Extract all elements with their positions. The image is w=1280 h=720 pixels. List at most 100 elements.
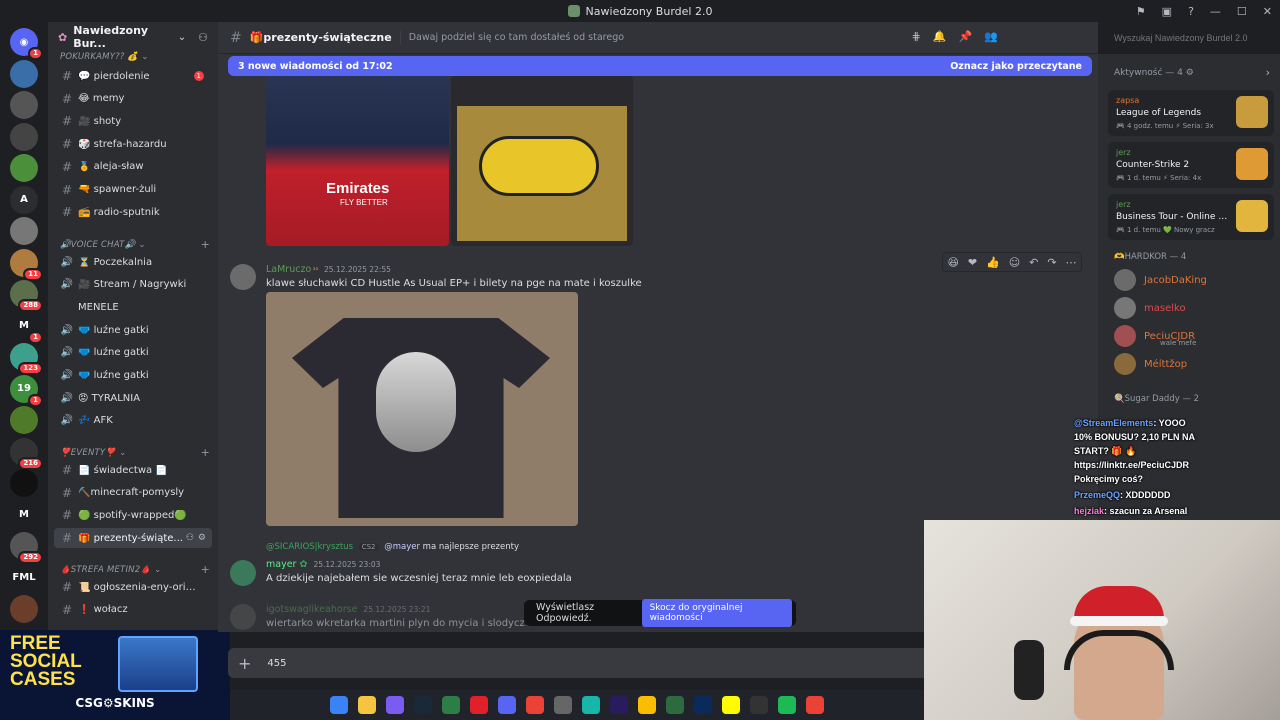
server-server-4[interactable] (10, 122, 38, 151)
member-item[interactable]: maselko (1114, 296, 1274, 320)
add-channel-icon[interactable]: + (201, 446, 210, 459)
search-input[interactable] (1108, 28, 1272, 48)
member-item[interactable]: PeciuCJDR wale mefe (1114, 324, 1274, 348)
server-server-2[interactable] (10, 59, 38, 88)
maximize-icon[interactable]: ☐ (1237, 5, 1247, 18)
message-author[interactable]: igotswaglikeahorse 25.12.2025 23:21 (266, 604, 430, 615)
add-attachment-icon[interactable]: + (238, 654, 251, 673)
taskbar-chrome-red-icon[interactable] (526, 696, 544, 714)
attachment-image-car-box[interactable] (451, 76, 633, 246)
taskbar-photoshop-icon[interactable] (694, 696, 712, 714)
taskbar-app9-icon[interactable] (554, 696, 572, 714)
channel-prezenty[interactable]: # 🎁 prezenty-świąte... ⚇ ⚙ (54, 528, 212, 549)
taskbar-app5-icon[interactable] (442, 696, 460, 714)
taskbar-copilot-icon[interactable] (386, 696, 404, 714)
taskbar-app16-icon[interactable] (750, 696, 768, 714)
server-server-12[interactable]: 19 1 (10, 374, 43, 407)
attachment-image-shirts[interactable]: Emirates FLY BETTER (266, 76, 449, 246)
server-server-8[interactable]: 11 (10, 248, 43, 281)
taskbar-snapchat-icon[interactable] (722, 696, 740, 714)
channel-poczekalnia[interactable]: 🔊 ⏳ Poczekalnia (54, 252, 212, 272)
minimize-icon[interactable]: — (1210, 5, 1221, 18)
gear-icon[interactable]: ⚙ (1186, 68, 1194, 78)
message-author[interactable]: mayer ✿ 25.12.2025 23:03 (266, 559, 380, 570)
attachment-image-tshirt[interactable] (266, 292, 578, 526)
channel-spotify[interactable]: # 🟢 spotify-wrapped🟢 (54, 505, 212, 525)
channel-radio-sputnik[interactable]: # 📻 radio-sputnik (54, 202, 212, 222)
members-icon[interactable]: 👥 (984, 30, 998, 43)
message-author[interactable]: LaMruczo ²³ 25.12.2025 22:55 (266, 264, 391, 275)
channel-luzne-1[interactable]: 🔊 🩲 luźne gatki (54, 320, 212, 340)
channel-swiadectwa[interactable]: # 📄 świadectwa 📄 (54, 460, 212, 480)
server-server-3[interactable] (10, 91, 38, 119)
taskbar-chrome2-icon[interactable] (806, 696, 824, 714)
taskbar-files-icon[interactable] (358, 696, 376, 714)
invite-icon[interactable]: ⚇ (186, 533, 194, 543)
add-user-icon[interactable]: ⚇ (198, 31, 208, 44)
bell-icon[interactable]: 🔔 (933, 30, 947, 43)
help-icon[interactable]: ? (1188, 5, 1194, 18)
server-server-9[interactable]: 288 (10, 280, 43, 312)
taskbar-chrome-icon[interactable] (638, 696, 656, 714)
reply-icon[interactable]: ↶ (1029, 256, 1038, 269)
taskbar-app10-icon[interactable] (582, 696, 600, 714)
channel-minecraft[interactable]: # ⛏️minecraft-pomysly (54, 483, 212, 503)
channel-menele[interactable]: MENELE (54, 297, 212, 317)
channel-afk[interactable]: 🔊 💤 AFK (54, 411, 212, 431)
screen-icon[interactable]: ▣ (1162, 5, 1172, 18)
server-server-a[interactable]: A (10, 185, 38, 214)
gear-icon[interactable]: ⚙ (198, 533, 206, 543)
category-event[interactable]: ❣️EVENTY❣️ ⌄ + (60, 446, 210, 459)
taskbar-app13-icon[interactable] (666, 696, 684, 714)
channel-memy[interactable]: # 😂 memy (54, 89, 212, 109)
channel-wolacz[interactable]: # ❗ wołacz (54, 600, 212, 620)
taskbar-premiere-icon[interactable] (610, 696, 628, 714)
server-server-17[interactable]: 292 (10, 532, 43, 564)
channel-strefa-hazardu[interactable]: # 🎲 strefa-hazardu (54, 134, 212, 154)
category-metin[interactable]: 🩸STREFA METIN2🩸 ⌄ + (60, 563, 210, 576)
close-icon[interactable]: ✕ (1263, 5, 1272, 18)
channel-stream[interactable]: 🔊 🎥 Stream / Nagrywki (54, 275, 212, 295)
server-server-7[interactable] (10, 217, 38, 245)
channel-spawner-zuli[interactable]: # 🔫 spawner-żuli (54, 180, 212, 200)
chevron-down-icon[interactable]: ⌄ (178, 32, 186, 43)
add-reaction-icon[interactable]: ☺ (1009, 256, 1020, 269)
channel-pierdolenie[interactable]: # 💬 pierdolenie 1 (54, 66, 212, 86)
taskbar-opera-icon[interactable] (470, 696, 488, 714)
channel-tyralnia[interactable]: 🔊 😡 TYRALNIA (54, 388, 212, 408)
taskbar-discord-icon[interactable] (498, 696, 516, 714)
channel-aleja-slaw[interactable]: # 🏅 aleja-sław (54, 157, 212, 177)
jump-to-original-button[interactable]: Skocz do oryginalnej wiadomości (641, 599, 792, 627)
server-server-15[interactable] (10, 469, 38, 497)
new-messages-bar[interactable]: 3 nowe wiadomości od 17:02 Oznacz jako p… (228, 56, 1092, 76)
server-server-14[interactable]: 216 (10, 437, 43, 470)
reaction-heart-icon[interactable]: ❤ (968, 256, 977, 269)
server-server-19[interactable] (10, 595, 38, 623)
forward-icon[interactable]: ↷ (1047, 256, 1056, 269)
channel-luzne-2[interactable]: 🔊 🩲 luźne gatki (54, 343, 212, 363)
channel-luzne-3[interactable]: 🔊 🩲 luźne gatki (54, 366, 212, 386)
server-server-m[interactable]: M1 (10, 311, 43, 344)
composer-input-text[interactable]: 455 (267, 658, 286, 669)
add-channel-icon[interactable]: + (201, 563, 210, 576)
promo-banner[interactable]: FREE SOCIAL CASES CSG⚙SKINS (0, 630, 230, 720)
taskbar-windows-icon[interactable] (330, 696, 348, 714)
channel-shoty[interactable]: # 🎥 shoty (54, 111, 212, 131)
reaction-laugh-icon[interactable]: 😆 (947, 256, 958, 269)
inbox-icon[interactable]: ⚑ (1136, 5, 1146, 18)
reply-reference[interactable]: @SICARIOS|krysztus CS2 @mayer ma najleps… (266, 542, 519, 552)
activity-card[interactable]: zapsa League of Legends 🎮 4 godz. temu ⚡ S… (1108, 90, 1274, 136)
threads-icon[interactable]: ⋕ (912, 30, 921, 43)
channel-ogloszenia[interactable]: # 📜 ogłoszenia-eny-origins (54, 577, 212, 597)
activity-card[interactable]: jerz Counter-Strike 2 🎮 1 d. temu ⚡ Seria:… (1108, 142, 1274, 188)
pin-icon[interactable]: 📌 (959, 30, 973, 43)
avatar[interactable] (230, 604, 256, 630)
avatar[interactable] (230, 560, 256, 586)
activity-card[interactable]: jerz Business Tour - Online Mul... 🎮 1 d. … (1108, 194, 1274, 240)
category-voice[interactable]: 🔊VOICE CHAT🔊 ⌄ + (60, 238, 210, 251)
server-server-16[interactable]: M (10, 500, 38, 529)
taskbar-spotify-icon[interactable] (778, 696, 796, 714)
member-item[interactable]: JacobDaKing (1114, 268, 1274, 292)
reaction-thumbs-icon[interactable]: 👍 (986, 256, 1000, 269)
more-icon[interactable]: ⋯ (1065, 256, 1076, 269)
